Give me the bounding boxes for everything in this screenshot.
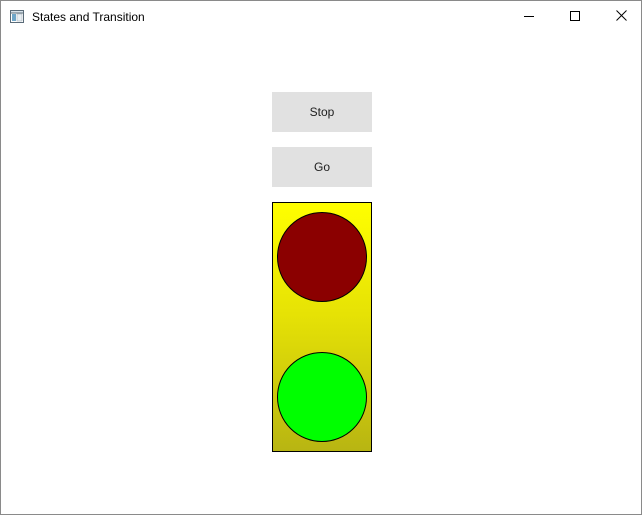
- close-icon: [615, 8, 627, 26]
- minimize-icon: [524, 8, 534, 26]
- window-title: States and Transition: [32, 10, 145, 24]
- red-lamp: [277, 212, 367, 302]
- maximize-icon: [570, 8, 580, 26]
- close-button[interactable]: [598, 1, 641, 33]
- stop-button[interactable]: Stop: [272, 92, 372, 132]
- maximize-button[interactable]: [552, 1, 598, 33]
- go-button[interactable]: Go: [272, 147, 372, 187]
- minimize-button[interactable]: [506, 1, 552, 33]
- window-app-icon: [10, 10, 24, 23]
- green-lamp: [277, 352, 367, 442]
- title-bar[interactable]: States and Transition: [1, 1, 641, 33]
- app-window: States and Transition Stop Go: [0, 0, 642, 515]
- traffic-light: [272, 202, 372, 452]
